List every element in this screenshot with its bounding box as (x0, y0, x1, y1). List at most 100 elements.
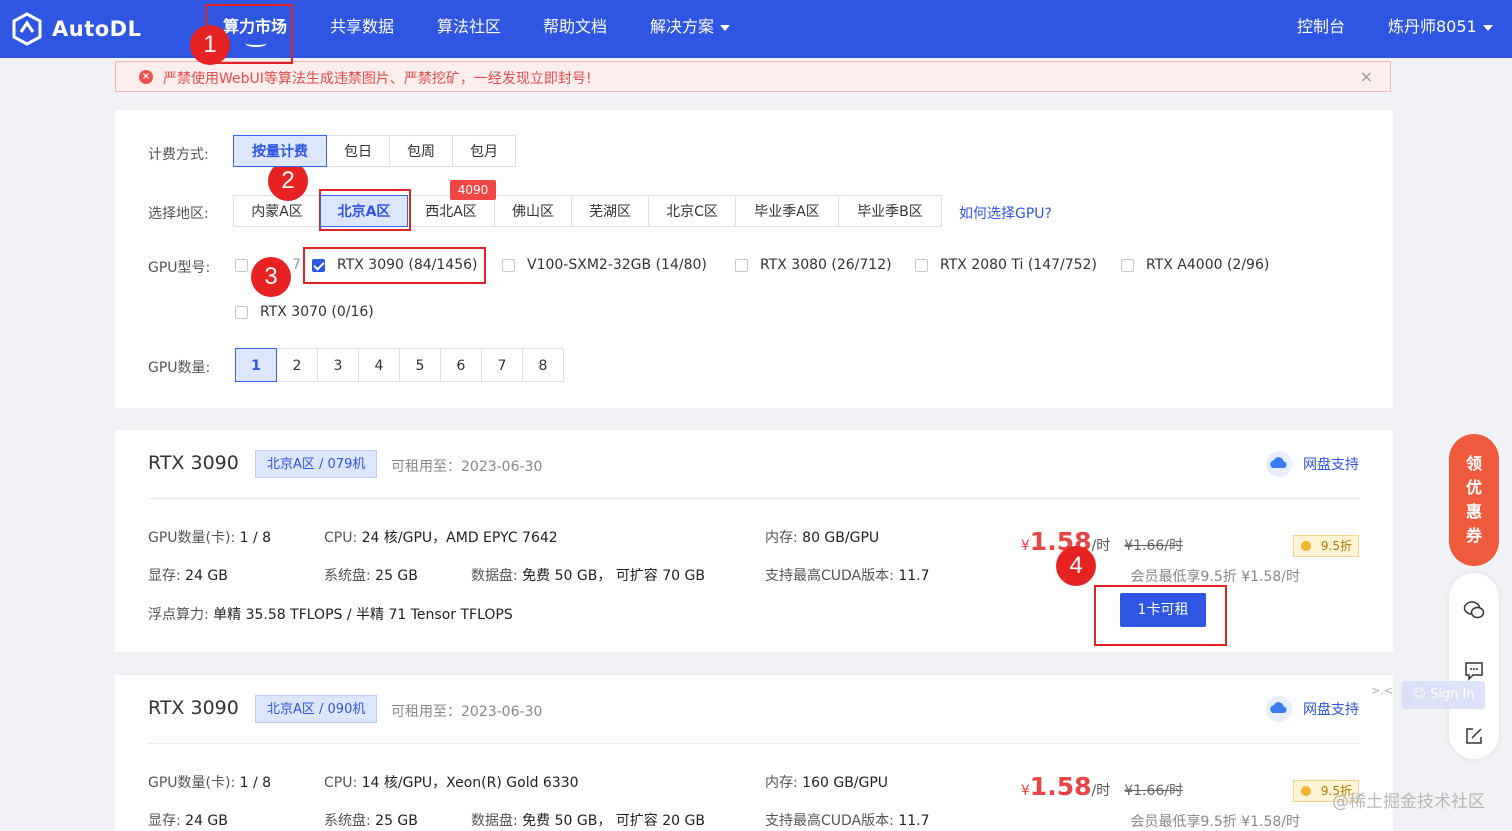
region-option-foshan[interactable]: 佛山区 (494, 195, 572, 227)
spec-value: 160 GB/GPU (802, 775, 889, 791)
spec-value: 1 / 8 (239, 530, 272, 546)
spec-memory: 内存: 80 GB/GPU (765, 527, 879, 547)
gpu-option-rtx3080[interactable]: RTX 3080 (26/712) (735, 257, 892, 273)
annotation-number: 4 (1056, 546, 1096, 586)
region-option-graduation-a[interactable]: 毕业季A区 (735, 195, 839, 227)
billing-option-daily[interactable]: 包日 (326, 135, 390, 167)
spec-cpu: CPU: 14 核/GPU，Xeon(R) Gold 6330 (324, 772, 579, 792)
spec-label: 数据盘: (471, 568, 518, 584)
autodl-logo-icon (12, 12, 42, 46)
currency-symbol: ¥ (1020, 783, 1030, 799)
member-price: 会员最低享9.5折 ¥1.58/时 (1130, 814, 1300, 830)
rent-until: 可租用至：2023-06-30 (391, 459, 543, 475)
region-label: 选择地区: (148, 206, 209, 222)
gpu-option-rtxa4000[interactable]: RTX A4000 (2/96) (1121, 257, 1269, 273)
region-selector: 内蒙A区 北京A区 西北A区 佛山区 芜湖区 北京C区 毕业季A区 毕业季B区 (233, 195, 942, 227)
spec-cuda: 支持最高CUDA版本: 11.7 (765, 565, 929, 585)
spec-value: 24 GB (185, 813, 228, 829)
coupon-char: 领 (1465, 454, 1482, 473)
nav-item-shared-data[interactable]: 共享数据 (330, 0, 394, 54)
gpu-count-5[interactable]: 5 (399, 348, 441, 382)
close-icon[interactable]: × (1360, 67, 1373, 86)
region-option-beijing-a[interactable]: 北京A区 (320, 195, 408, 227)
brand-logo[interactable]: AutoDL (10, 10, 141, 48)
spec-value: 11.7 (898, 568, 930, 584)
nav-label: 算力市场 (223, 17, 288, 36)
checkbox[interactable] (1121, 258, 1134, 272)
price: ¥1.58/时 ¥1.66/时 (1021, 772, 1183, 801)
region-option-beijing-c[interactable]: 北京C区 (648, 195, 736, 227)
gpu-count-6[interactable]: 6 (440, 348, 482, 382)
region-option-neimeng-a[interactable]: 内蒙A区 (233, 195, 321, 227)
coupon-button[interactable]: 领 优 惠 券 (1449, 434, 1499, 566)
spec-label: GPU数量(卡): (148, 775, 236, 791)
coupon-char: 券 (1465, 526, 1482, 545)
billing-option-monthly[interactable]: 包月 (452, 135, 516, 167)
checkbox[interactable] (235, 258, 248, 272)
nav-item-compute-market[interactable]: 算力市场 (223, 0, 287, 54)
gpu-count-4[interactable]: 4 (358, 348, 400, 382)
spec-label: 支持最高CUDA版本: (765, 813, 894, 829)
nav-item-solutions[interactable]: 解决方案 (650, 0, 731, 54)
checkbox[interactable] (502, 258, 515, 272)
price-unit: /时 (1091, 783, 1111, 799)
spec-vram: 显存: 24 GB (148, 810, 228, 830)
checkbox-checked[interactable] (312, 258, 325, 272)
spec-value: 1 / 8 (239, 775, 272, 791)
spec-memory: 内存: 160 GB/GPU (765, 772, 888, 792)
help-link-choose-gpu[interactable]: 如何选择GPU? (959, 203, 1052, 223)
checkbox[interactable] (915, 258, 928, 272)
gpu-option-rtx3070[interactable]: RTX 3070 (0/16) (235, 304, 374, 320)
billing-option-hourly[interactable]: 按量计费 (233, 135, 327, 167)
gpu-option-rtx3090[interactable]: RTX 3090 (84/1456) (312, 257, 477, 273)
spec-cpu: CPU: 24 核/GPU，AMD EPYC 7642 (324, 527, 558, 547)
brand-name: AutoDL (52, 17, 142, 41)
user-menu[interactable]: 炼丹师8051 (1388, 0, 1493, 54)
region-badge: 4090 (450, 180, 496, 200)
cloud-disk-support[interactable]: 网盘支持 (1265, 695, 1359, 723)
sign-in-button[interactable]: ☺ Sign In (1402, 681, 1485, 709)
spec-value: 免费 50 GB， 可扩容 70 GB (522, 568, 705, 584)
nav-console[interactable]: 控制台 (1297, 0, 1345, 54)
cloud-disk-support[interactable]: 网盘支持 (1265, 450, 1359, 478)
gpu-option-v100[interactable]: V100-SXM2-32GB (14/80) (502, 257, 707, 273)
cloud-icon (1266, 696, 1292, 722)
spec-gpu-count: GPU数量(卡): 1 / 8 (148, 527, 271, 547)
gpu-option-rtx2080ti[interactable]: RTX 2080 Ti (147/752) (915, 257, 1097, 273)
edit-icon[interactable] (1463, 725, 1485, 747)
nav-label: 解决方案 (650, 17, 715, 36)
price: ¥1.58/时 ¥1.66/时 (1021, 527, 1183, 556)
sign-in-label: Sign In (1430, 687, 1475, 702)
spec-value: 免费 50 GB， 可扩容 20 GB (522, 813, 705, 829)
checkbox[interactable] (235, 305, 248, 319)
username: 炼丹师8051 (1388, 17, 1477, 36)
feedback-icon[interactable] (1463, 660, 1485, 682)
spec-value: 80 GB/GPU (802, 530, 880, 546)
checkbox[interactable] (735, 258, 748, 272)
region-option-wuhu[interactable]: 芜湖区 (571, 195, 649, 227)
side-toolbar (1449, 573, 1499, 759)
spec-data-disk: 数据盘: 免费 50 GB， 可扩容 70 GB (471, 565, 705, 585)
filter-panel: 计费方式: 按量计费 包日 包周 包月 选择地区: 内蒙A区 北京A区 西北A区… (115, 110, 1393, 408)
member-price: 会员最低享9.5折 ¥1.58/时 (1130, 569, 1300, 585)
chevron-down-icon (1482, 24, 1493, 31)
watermark: @稀土掘金技术社区 (1332, 792, 1485, 812)
gpu-option-label: V100-SXM2-32GB (14/80) (527, 257, 707, 273)
region-option-graduation-b[interactable]: 毕业季B区 (838, 195, 942, 227)
billing-option-weekly[interactable]: 包周 (389, 135, 453, 167)
nav-item-algorithm-community[interactable]: 算法社区 (437, 0, 501, 54)
rent-button[interactable]: 1卡可租 (1120, 593, 1206, 627)
gpu-count-2[interactable]: 2 (276, 348, 318, 382)
sign-in-tip: >.< (1371, 684, 1393, 697)
cloud-support-label: 网盘支持 (1303, 702, 1359, 718)
spec-system-disk: 系统盘: 25 GB (324, 810, 418, 830)
nav-item-help-docs[interactable]: 帮助文档 (543, 0, 607, 54)
rent-until: 可租用至：2023-06-30 (391, 704, 543, 720)
spec-value: 24 GB (185, 568, 228, 584)
wechat-icon[interactable] (1463, 599, 1485, 621)
gpu-count-7[interactable]: 7 (481, 348, 523, 382)
gpu-count-8[interactable]: 8 (522, 348, 564, 382)
machine-card: RTX 3090 北京A区 / 090机 可租用至：2023-06-30 网盘支… (115, 675, 1393, 831)
gpu-count-1[interactable]: 1 (235, 348, 277, 382)
gpu-count-3[interactable]: 3 (317, 348, 359, 382)
